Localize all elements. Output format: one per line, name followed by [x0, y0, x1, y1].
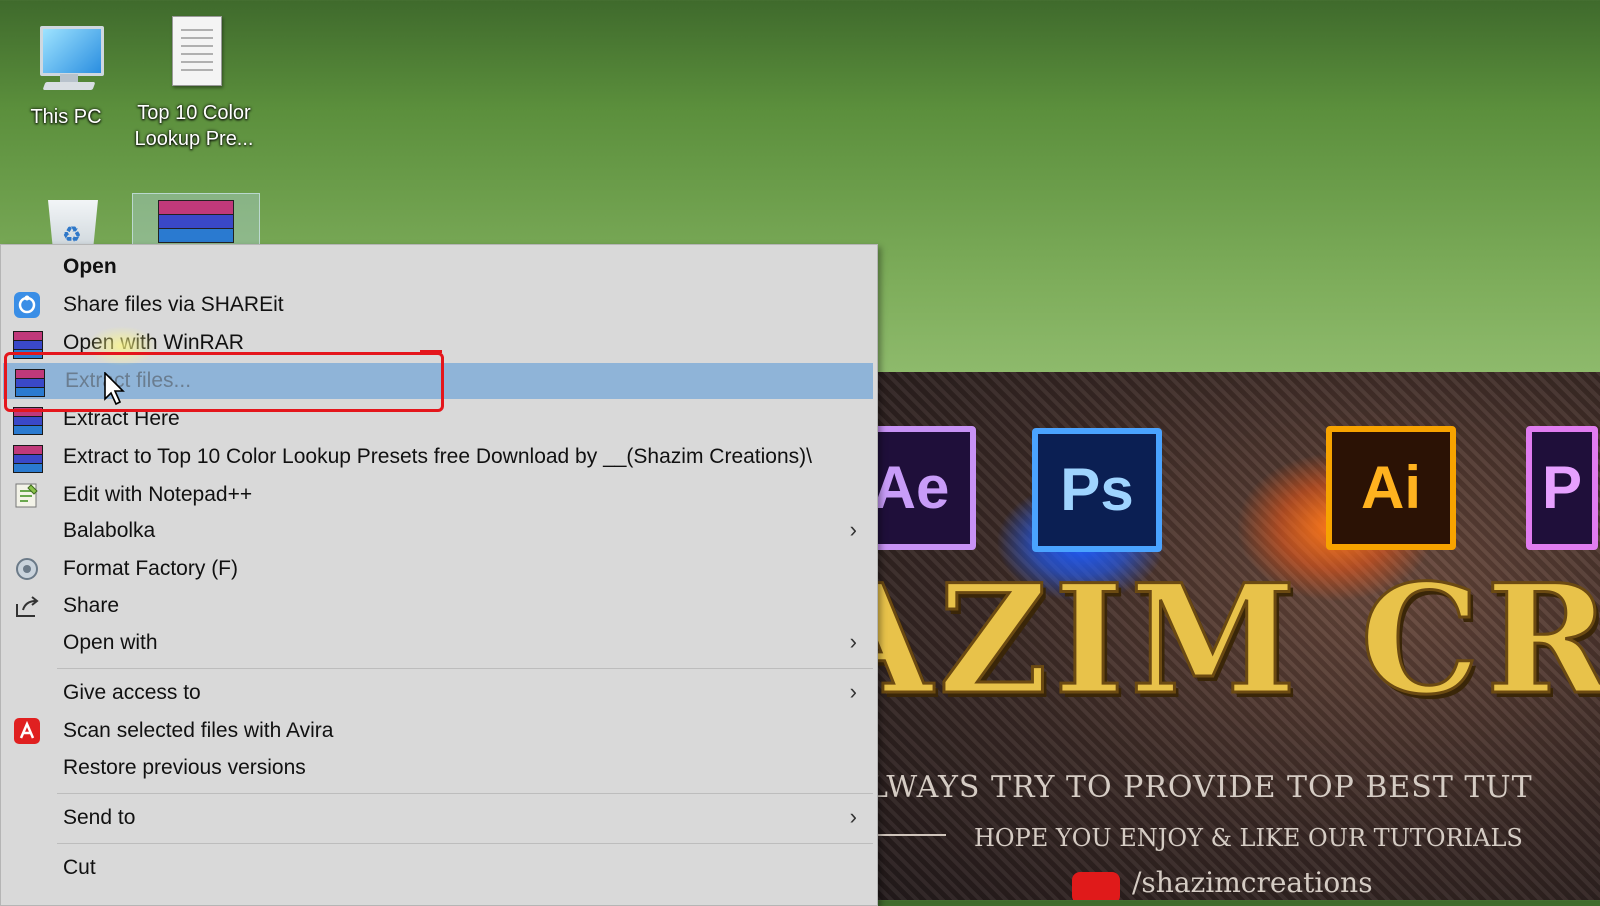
menu-item-label: Give access to: [63, 681, 201, 704]
menu-item-label: Extract Here: [63, 407, 180, 430]
avira-icon: [13, 717, 41, 745]
chevron-right-icon: ›: [849, 629, 857, 654]
desktop-icon-this-pc[interactable]: This PC: [6, 20, 126, 130]
winrar-archive-icon: [158, 200, 234, 244]
menu-item-extract-to-folder[interactable]: Extract to Top 10 Color Lookup Presets f…: [1, 439, 873, 475]
this-pc-icon: [26, 20, 106, 100]
menu-item-label: Edit with Notepad++: [63, 483, 253, 506]
menu-item-label: Balabolka: [63, 519, 156, 542]
menu-item-edit-notepad-plus-plus[interactable]: Edit with Notepad++: [1, 477, 873, 513]
menu-item-format-factory[interactable]: Format Factory (F): [1, 551, 873, 587]
menu-item-scan-avira[interactable]: Scan selected files with Avira: [1, 713, 873, 749]
annotation-red-stroke: [420, 350, 442, 353]
chevron-right-icon: ›: [849, 804, 857, 829]
menu-item-label: Open with: [63, 631, 158, 654]
menu-separator: [57, 843, 873, 844]
menu-item-open[interactable]: Open: [1, 249, 873, 285]
menu-separator: [57, 668, 873, 669]
photoshop-logo: Ps: [1032, 428, 1162, 552]
menu-item-label: Extract to Top 10 Color Lookup Presets f…: [63, 445, 812, 468]
banner-tagline: LWAYS TRY TO PROVIDE TOP BEST TUT: [876, 770, 1533, 805]
youtube-icon: [1072, 872, 1120, 900]
desktop-icon-document[interactable]: Top 10 Color Lookup Pre...: [134, 16, 254, 152]
menu-item-restore-previous-versions[interactable]: Restore previous versions: [1, 750, 873, 786]
winrar-icon: [13, 443, 43, 473]
menu-item-label: Restore previous versions: [63, 756, 306, 779]
menu-item-label: Share: [63, 594, 120, 617]
chevron-right-icon: ›: [849, 679, 857, 704]
menu-item-share[interactable]: Share: [1, 588, 873, 624]
text-document-icon: [154, 16, 234, 96]
illustrator-logo: Ai: [1326, 426, 1456, 550]
menu-item-balabolka[interactable]: Balabolka ›: [1, 513, 873, 549]
banner-channel: /shazimcreations: [1132, 866, 1373, 899]
menu-item-label: Cut: [63, 856, 96, 879]
winrar-icon: [13, 405, 43, 435]
menu-item-label: Share files via SHAREit: [63, 293, 284, 316]
premiere-logo: P: [1526, 426, 1598, 550]
desktop-icon-label: Top 10 Color Lookup Pre...: [134, 102, 254, 150]
format-factory-icon: [13, 555, 41, 583]
menu-item-share-shareit[interactable]: Share files via SHAREit: [1, 287, 873, 323]
click-highlight: [86, 326, 158, 366]
menu-item-label: Open: [63, 255, 117, 278]
menu-item-extract-here[interactable]: Extract Here: [1, 401, 873, 437]
menu-item-send-to[interactable]: Send to ›: [1, 800, 873, 836]
winrar-icon: [13, 329, 43, 359]
after-effects-logo: Ae: [876, 426, 976, 550]
banner-divider: [876, 834, 946, 836]
menu-item-label: Send to: [63, 806, 136, 829]
desktop-icon-label: This PC: [30, 106, 102, 128]
notepad-plus-plus-icon: [13, 481, 41, 509]
banner-tagline-2: HOPE YOU ENJOY & LIKE OUR TUTORIALS: [974, 824, 1523, 852]
menu-item-cut[interactable]: Cut: [1, 850, 873, 886]
winrar-icon: [15, 367, 45, 397]
shareit-icon: [13, 291, 41, 319]
menu-item-give-access-to[interactable]: Give access to ›: [1, 675, 873, 711]
menu-item-label: Format Factory (F): [63, 557, 239, 580]
share-icon: [13, 592, 41, 620]
menu-item-open-with[interactable]: Open with ›: [1, 625, 873, 661]
menu-item-extract-files[interactable]: Extract files...: [3, 363, 873, 399]
chevron-right-icon: ›: [849, 517, 857, 542]
wallpaper-banner: Ae Ps Ai P AZIM CREAT LWAYS TRY TO PROVI…: [876, 372, 1600, 900]
menu-item-label: Extract files...: [65, 369, 192, 392]
menu-item-label: Scan selected files with Avira: [63, 719, 334, 742]
banner-title: AZIM CREAT: [876, 551, 1600, 730]
menu-separator: [57, 793, 873, 794]
